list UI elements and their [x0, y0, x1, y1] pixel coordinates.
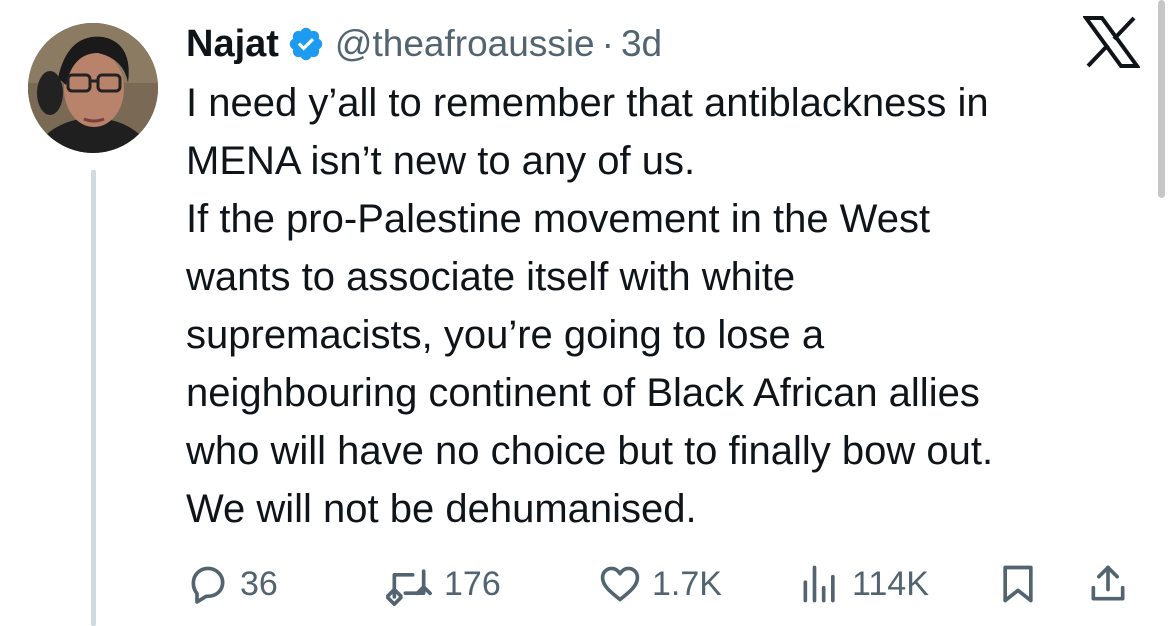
- x-logo-icon: [1082, 15, 1141, 69]
- reply-icon: [186, 562, 230, 606]
- views-button[interactable]: 114K: [798, 558, 929, 610]
- tweet-line: wants to associate itself with white: [186, 255, 796, 299]
- tweet-text: I need y’all to remember that antiblackn…: [186, 74, 1146, 538]
- share-button[interactable]: [1086, 558, 1130, 610]
- like-count: 1.7K: [652, 564, 722, 603]
- retweet-icon: [384, 562, 434, 606]
- tweet-line: We will not be dehumanised.: [186, 487, 697, 531]
- verified-badge-icon: [287, 25, 325, 63]
- bookmark-button[interactable]: [996, 558, 1040, 610]
- tweet-line: MENA isn’t new to any of us.: [186, 139, 696, 183]
- avatar[interactable]: [28, 23, 158, 153]
- share-icon: [1086, 562, 1130, 606]
- author-handle[interactable]: @theafroaussie: [335, 23, 595, 65]
- tweet-line: I need y’all to remember that antiblackn…: [186, 81, 989, 125]
- tweet-line: If the pro-Palestine movement in the Wes…: [186, 197, 931, 241]
- retweet-count: 176: [444, 564, 501, 603]
- retweet-button[interactable]: 176: [384, 558, 501, 610]
- views-count: 114K: [852, 564, 929, 603]
- author-name[interactable]: Najat: [186, 23, 279, 66]
- reply-count: 36: [240, 564, 278, 603]
- tweet-line: who will have no choice but to finally b…: [186, 429, 994, 473]
- thread-line: [91, 170, 96, 626]
- tweet-line: supremacists, you’re going to lose a: [186, 313, 825, 357]
- views-icon: [798, 562, 842, 606]
- separator-dot: ·: [601, 23, 614, 64]
- scrollbar[interactable]: [1158, 0, 1165, 198]
- tweet-line: neighbouring continent of Black African …: [186, 371, 980, 415]
- timestamp[interactable]: 3d: [621, 23, 662, 65]
- bookmark-icon: [996, 562, 1040, 606]
- like-button[interactable]: 1.7K: [598, 558, 722, 610]
- reply-button[interactable]: 36: [186, 558, 278, 610]
- tweet-header: Najat @theafroaussie · 3d: [186, 16, 662, 72]
- heart-icon: [598, 562, 642, 606]
- action-bar: 36 176 1.7K 114K: [186, 558, 1146, 610]
